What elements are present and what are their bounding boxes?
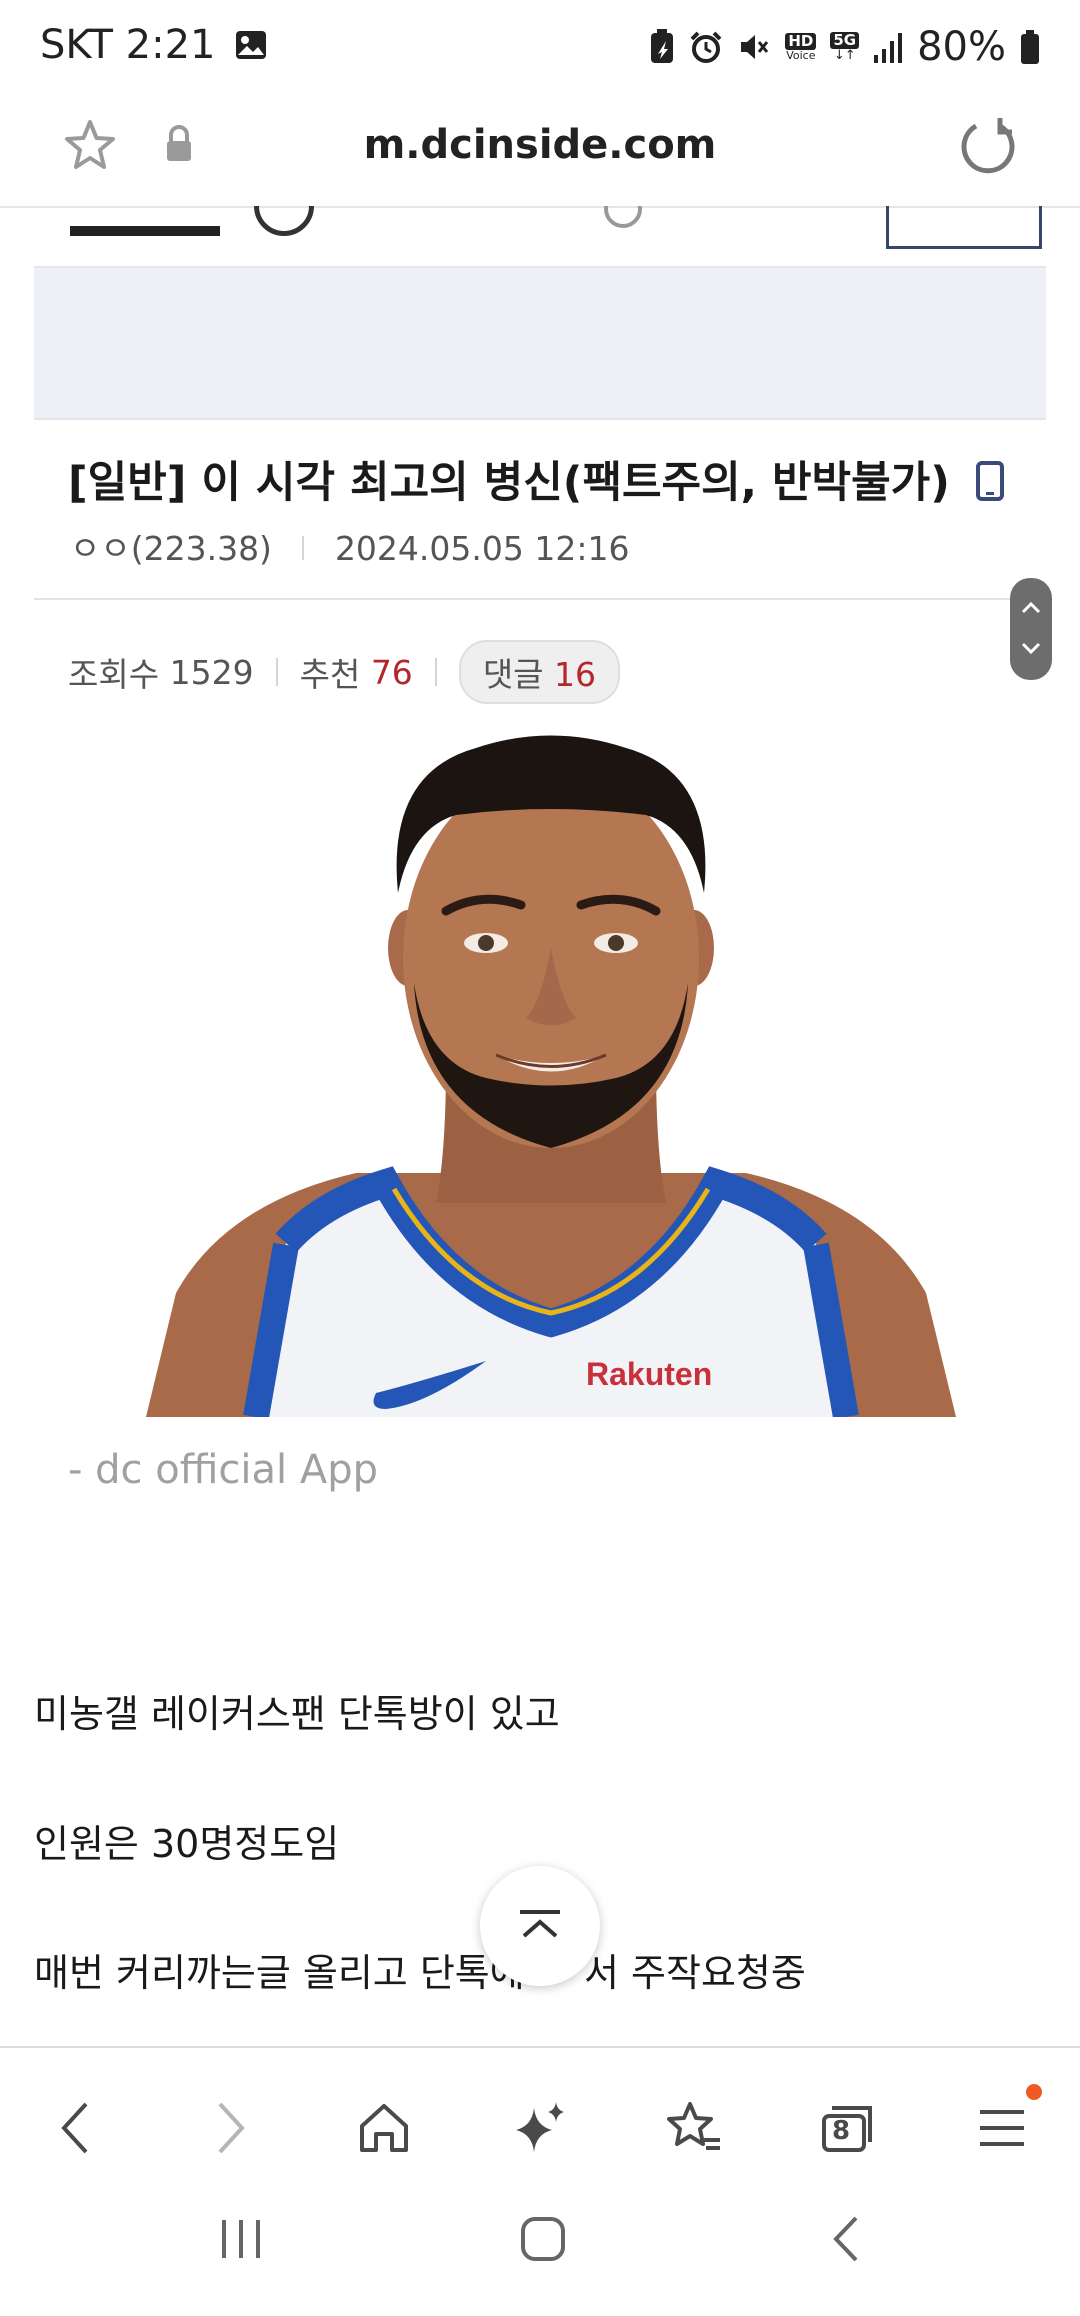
scroll-to-top-button[interactable]	[480, 1866, 600, 1986]
post-photo[interactable]: Rakuten	[146, 733, 956, 1417]
body-line-4: 서 주작요청중	[584, 1951, 806, 1995]
tab-count: 8	[832, 2116, 851, 2146]
status-bar: SKT 2:21 HD Voice 5G ↓↑ 80%	[0, 0, 1080, 96]
stats-separator	[275, 658, 278, 686]
chevron-up-icon[interactable]	[1021, 600, 1041, 614]
stats-separator	[434, 658, 437, 686]
post-title: [일반] 이 시각 최고의 병신(팩트주의, 반박불가)	[68, 448, 1005, 510]
bookmarks-star-icon[interactable]	[664, 2100, 724, 2156]
scroll-top-icon[interactable]	[518, 1910, 562, 1940]
cut-title-remnant	[70, 206, 220, 236]
hd-label: HD	[785, 33, 817, 50]
address-bar: m.dcinside.com	[0, 96, 1080, 208]
data-arrows: ↓↑	[833, 48, 856, 63]
reload-icon[interactable]	[956, 114, 1020, 178]
tabs-button[interactable]: 8	[808, 2088, 888, 2168]
forward-arrow-icon[interactable]	[210, 2100, 250, 2156]
recommend-count: 76	[370, 652, 413, 692]
app-caption: - dc official App	[68, 1447, 378, 1493]
divider	[34, 598, 1046, 600]
hd-voice-icon: HD Voice	[785, 33, 817, 62]
url-text[interactable]: m.dcinside.com	[0, 122, 1080, 168]
post-meta: ㅇㅇ(223.38) 2024.05.05 12:16	[70, 522, 629, 570]
bookmarks-button[interactable]	[654, 2088, 734, 2168]
status-right: HD Voice 5G ↓↑ 80%	[649, 24, 1040, 70]
views-count: 1529	[169, 652, 254, 692]
sparkle-icon[interactable]	[510, 2098, 570, 2158]
chevron-down-icon[interactable]	[1021, 642, 1041, 656]
author[interactable]: ㅇㅇ(223.38)	[70, 529, 272, 568]
cut-button-remnant[interactable]	[886, 206, 1042, 249]
body-line-3: 매번 커리까는글 올리고 단톡에	[34, 1951, 525, 1995]
post-date: 2024.05.05 12:16	[334, 529, 630, 568]
forward-button[interactable]	[190, 2088, 270, 2168]
comments-label: 댓글	[482, 655, 544, 694]
cut-clock-icon	[604, 206, 642, 228]
signal-icon	[874, 33, 903, 63]
views-label: 조회수	[68, 655, 160, 694]
menu-icon[interactable]	[974, 2100, 1030, 2156]
home-icon[interactable]	[356, 2100, 412, 2156]
status-left: SKT 2:21	[40, 22, 268, 68]
scrolled-header-remnant	[0, 206, 1080, 266]
mute-icon	[741, 35, 769, 59]
recommend-label: 추천	[299, 655, 361, 694]
cut-circle-icon	[254, 206, 314, 236]
menu-button[interactable]	[962, 2084, 1042, 2168]
recent-apps-icon[interactable]	[216, 2214, 266, 2264]
battery-percent: 80%	[917, 24, 1006, 70]
comments-count: 16	[554, 655, 597, 694]
system-navigation-bar	[0, 2180, 1080, 2316]
scroll-up-down-button[interactable]	[1010, 578, 1052, 680]
battery-icon	[1021, 30, 1039, 64]
hd-sub-label: Voice	[786, 49, 816, 62]
ad-placeholder	[34, 266, 1046, 420]
notification-dot	[1026, 2084, 1042, 2100]
home-nav-icon[interactable]	[518, 2214, 568, 2264]
meta-separator	[302, 536, 305, 560]
body-line-1: 미농갤 레이커스팬 단톡방이 있고	[34, 1692, 560, 1736]
back-button[interactable]	[36, 2088, 116, 2168]
network-5g-icon: 5G ↓↑	[830, 32, 860, 63]
network-label: 5G	[830, 32, 860, 49]
back-nav-icon[interactable]	[822, 2214, 872, 2264]
alarm-icon	[690, 31, 722, 63]
mobile-icon	[975, 461, 1004, 501]
jersey-text: Rakuten	[586, 1356, 712, 1392]
back-arrow-icon[interactable]	[56, 2100, 96, 2156]
body-line-2: 인원은 30명정도임	[34, 1822, 340, 1866]
post-stats: 조회수 1529 추천 76 댓글 16	[68, 640, 621, 704]
ai-sparkle-button[interactable]	[500, 2088, 580, 2168]
battery-saver-icon	[651, 29, 674, 63]
comments-pill[interactable]: 댓글 16	[458, 640, 621, 704]
home-button[interactable]	[344, 2088, 424, 2168]
carrier-time: SKT 2:21	[40, 22, 216, 68]
post-title-text: [일반] 이 시각 최고의 병신(팩트주의, 반박불가)	[68, 458, 950, 508]
gallery-notification-icon	[235, 31, 266, 59]
